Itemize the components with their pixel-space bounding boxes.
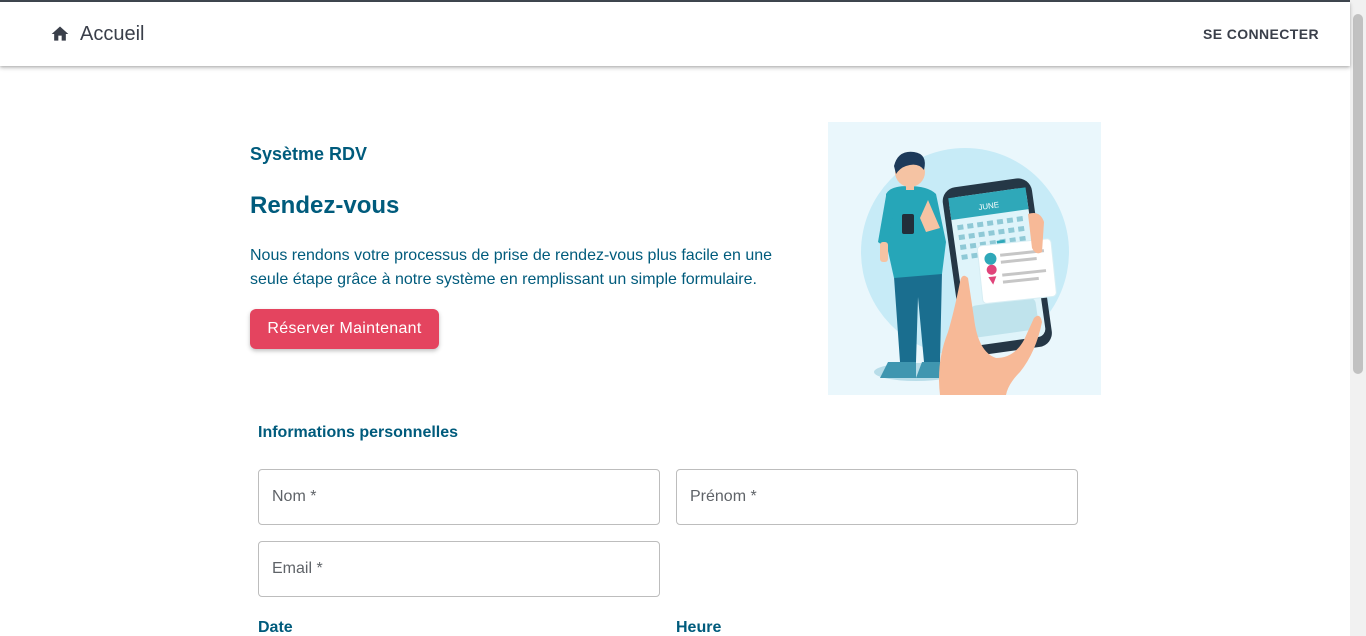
first-name-input[interactable] [677, 470, 1077, 524]
page-title: Rendez-vous [250, 192, 400, 219]
home-icon [51, 26, 69, 41]
email-input[interactable] [259, 542, 659, 596]
scrollbar-thumb[interactable] [1353, 14, 1363, 374]
login-button[interactable]: SE CONNECTER [1203, 22, 1319, 46]
last-name-field[interactable] [258, 469, 660, 525]
email-field[interactable] [258, 541, 660, 597]
personal-info-heading: Informations personnelles [258, 424, 459, 441]
brand-name: Sysètme RDV [250, 144, 368, 164]
home-link[interactable]: Accueil [50, 20, 144, 48]
date-label: Date [258, 619, 293, 636]
book-now-button[interactable]: Réserver Maintenant [250, 309, 439, 349]
appointment-illustration: JUNE [828, 122, 1101, 395]
scrollbar[interactable] [1350, 0, 1366, 636]
time-label: Heure [676, 619, 722, 636]
first-name-field[interactable] [676, 469, 1078, 525]
last-name-input[interactable] [259, 470, 659, 524]
app-bar: Accueil SE CONNECTER [0, 2, 1350, 66]
home-label: Accueil [80, 22, 145, 45]
hero-description: Nous rendons votre processus de prise de… [250, 247, 773, 288]
